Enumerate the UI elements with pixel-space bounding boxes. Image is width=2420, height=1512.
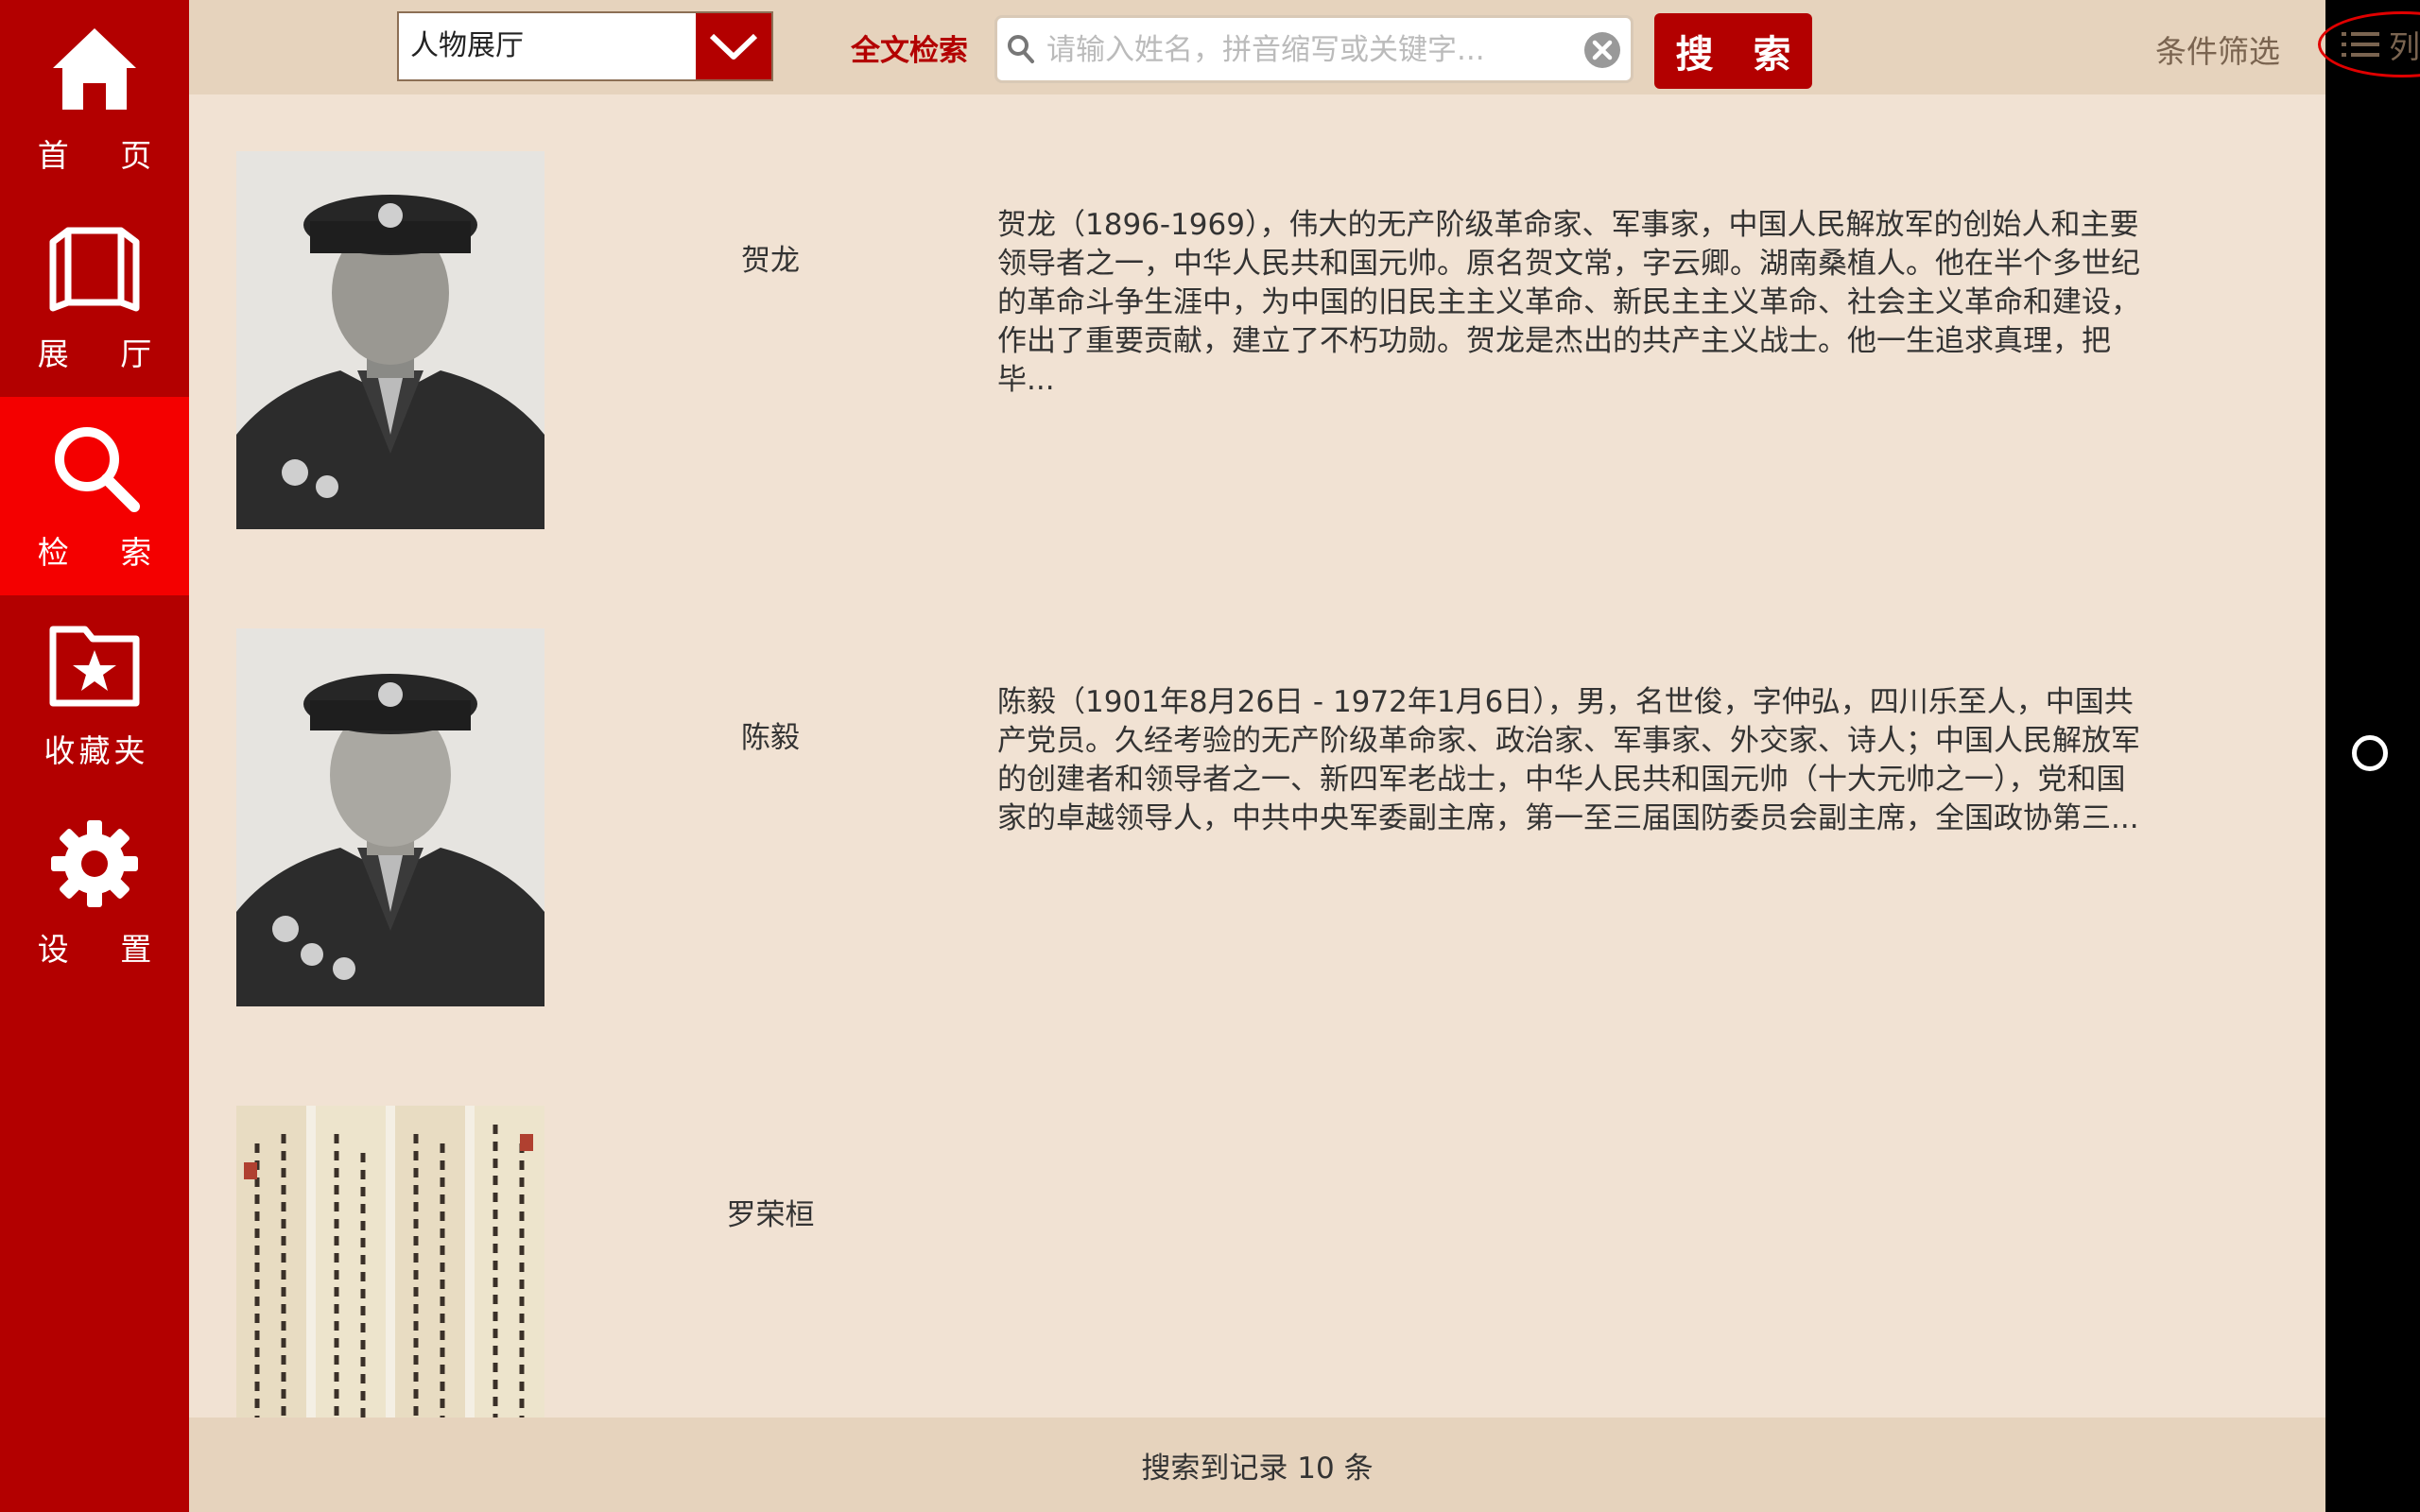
results-list: 贺龙 贺龙（1896-1969），伟大的无产阶级革命家、军事家，中国人民解放军的… bbox=[189, 94, 2325, 1418]
clear-icon[interactable] bbox=[1583, 31, 1621, 69]
results-count-bar: 搜索到记录 10 条 bbox=[189, 1418, 2325, 1512]
result-row[interactable]: 陈毅 陈毅（1901年8月26日 - 1972年1月6日），男，名世俊，字仲弘，… bbox=[189, 572, 2325, 1049]
nav-settings-label: 设 置 bbox=[37, 931, 173, 968]
result-row[interactable]: 贺龙 贺龙（1896-1969），伟大的无产阶级革命家、军事家，中国人民解放军的… bbox=[189, 94, 2325, 572]
search-field[interactable] bbox=[994, 15, 1634, 83]
person-name[interactable]: 罗荣桓 bbox=[614, 1191, 926, 1233]
sidebar: 首 页 展 厅 检 索 收藏夹 设 置 bbox=[0, 0, 189, 1512]
search-button[interactable]: 搜 索 bbox=[1654, 13, 1812, 89]
toolbar: 人物展厅 全文检索 搜 索 条件筛选 列表 bbox=[189, 0, 2420, 94]
search-input[interactable] bbox=[1045, 24, 1559, 77]
nav-favorites-label: 收藏夹 bbox=[43, 732, 149, 769]
fulltext-search-toggle[interactable]: 全文检索 bbox=[851, 26, 968, 69]
person-name[interactable]: 贺龙 bbox=[614, 236, 926, 279]
hall-select-dropdown[interactable]: 人物展厅 bbox=[397, 11, 773, 81]
hall-select-value: 人物展厅 bbox=[410, 29, 524, 62]
search-small-icon bbox=[1008, 35, 1034, 63]
filter-button[interactable]: 条件筛选 bbox=[2155, 26, 2280, 72]
calligraphy-image bbox=[236, 1106, 544, 1418]
nav-home-label: 首 页 bbox=[37, 137, 173, 174]
list-view-label: 列表 bbox=[2389, 28, 2420, 65]
nav-settings[interactable]: 设 置 bbox=[0, 794, 189, 992]
floating-circle-button[interactable] bbox=[2352, 735, 2388, 771]
star-folder-icon bbox=[49, 626, 140, 707]
nav-hall-label: 展 厅 bbox=[37, 335, 173, 372]
nav-hall[interactable]: 展 厅 bbox=[0, 198, 189, 397]
nav-search[interactable]: 检 索 bbox=[0, 397, 189, 595]
person-description: 贺龙（1896-1969），伟大的无产阶级革命家、军事家，中国人民解放军的创始人… bbox=[997, 208, 2140, 397]
search-icon bbox=[55, 427, 140, 512]
list-icon bbox=[2342, 32, 2379, 57]
book-icon bbox=[49, 227, 140, 312]
results-count-text: 搜索到记录 10 条 bbox=[1141, 1451, 1374, 1486]
list-view-toggle[interactable]: 列表 bbox=[2318, 11, 2420, 77]
chevron-down-icon bbox=[709, 33, 758, 60]
result-row[interactable]: 罗荣桓 bbox=[189, 1049, 2325, 1418]
nav-home[interactable]: 首 页 bbox=[0, 0, 189, 198]
portrait-photo bbox=[236, 628, 544, 1006]
hall-select-toggle[interactable] bbox=[696, 13, 771, 79]
portrait-photo bbox=[236, 151, 544, 529]
person-name[interactable]: 陈毅 bbox=[614, 713, 926, 756]
nav-favorites[interactable]: 收藏夹 bbox=[0, 595, 189, 794]
gear-icon bbox=[51, 820, 138, 907]
person-description: 陈毅（1901年8月26日 - 1972年1月6日），男，名世俊，字仲弘，四川乐… bbox=[997, 685, 2140, 835]
nav-search-label: 检 索 bbox=[37, 534, 173, 571]
home-icon bbox=[53, 28, 136, 110]
